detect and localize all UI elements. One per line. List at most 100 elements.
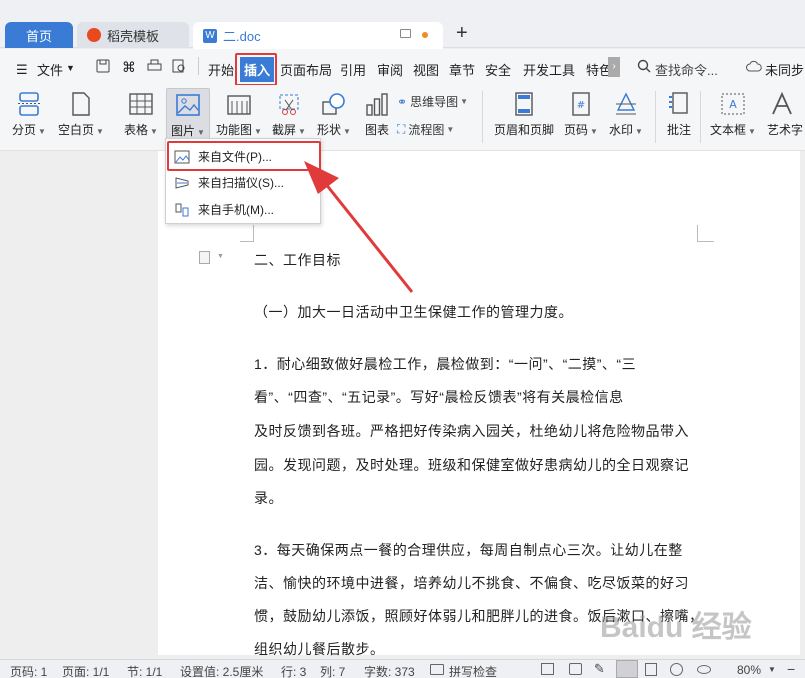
wordart-icon xyxy=(767,91,797,117)
shape-button[interactable]: 形状 ▼ xyxy=(317,91,351,138)
hamburger-icon[interactable]: ☰ xyxy=(16,62,28,78)
menu-item-from-phone[interactable]: 来自手机(M)... xyxy=(174,201,274,218)
flowchart-button[interactable]: ⛶ 流程图 ▼ xyxy=(397,121,454,138)
insert-highlight-box xyxy=(235,53,277,86)
menu-scroll-right-icon[interactable]: › xyxy=(608,57,620,77)
blank-page-label: 空白页 xyxy=(58,123,95,137)
from-file-highlight-box xyxy=(167,141,321,171)
page-break-button[interactable]: 分页 ▼ xyxy=(12,91,46,138)
doc-line: 及时反馈到各班。严格把好传染病入园关，杜绝幼儿将危险物品带入 xyxy=(254,423,689,439)
doc-line: 3．每天确保两点一餐的合理供应，每周自制点心三次。让幼儿在整 xyxy=(254,542,683,558)
unsaved-dot-icon xyxy=(422,32,428,38)
doc-heading: 二、工作目标 xyxy=(254,252,341,268)
tab-bar: 首页 稻壳模板 W 二.doc + xyxy=(0,0,805,49)
paragraph-handle-icon[interactable] xyxy=(199,251,210,264)
print-icon[interactable] xyxy=(147,59,162,76)
page-view-icon[interactable] xyxy=(616,660,638,678)
menu-item-start[interactable]: 开始 xyxy=(208,60,234,79)
tab-home-label: 首页 xyxy=(25,28,52,44)
menu-item-view[interactable]: 视图 xyxy=(413,60,439,79)
menu-item-developer[interactable]: 开发工具 xyxy=(523,60,575,79)
chart-button[interactable]: 图表 xyxy=(362,91,392,138)
status-pages[interactable]: 页面: 1/1 xyxy=(62,663,109,678)
from-scanner-label: 来自扫描仪(S)... xyxy=(198,176,284,190)
blank-page-icon xyxy=(66,91,96,117)
search-icon[interactable] xyxy=(637,59,651,76)
zoom-out-button[interactable]: − xyxy=(787,661,795,677)
header-footer-icon xyxy=(509,91,539,117)
comment-button[interactable]: 批注 xyxy=(664,91,694,138)
fullscreen-icon[interactable] xyxy=(541,663,554,675)
status-word-count[interactable]: 字数: 373 xyxy=(364,663,415,678)
wordart-button[interactable]: 艺术字 xyxy=(767,91,803,138)
comment-icon xyxy=(664,91,694,117)
function-chart-icon xyxy=(224,91,254,117)
zoom-level[interactable]: 80% xyxy=(737,663,761,677)
menu-item-references[interactable]: 引用 xyxy=(340,60,366,79)
chevron-down-icon[interactable]: ▼ xyxy=(66,63,75,73)
watermark-button[interactable]: 水印 ▼ xyxy=(609,91,643,138)
save-icon[interactable] xyxy=(96,59,110,76)
mindmap-button[interactable]: ⚭ 思维导图 ▼ xyxy=(397,93,468,110)
ribbon-divider-2 xyxy=(655,91,656,143)
doc-line: 园。发现问题，及时处理。班级和保健室做好患病幼儿的全日观察记 xyxy=(254,457,689,473)
word-doc-icon: W xyxy=(203,28,217,43)
format-painter-icon[interactable]: ⌘ xyxy=(122,59,136,76)
eye-protection-icon[interactable] xyxy=(697,665,711,674)
menu-item-page-layout[interactable]: 页面布局 xyxy=(280,60,332,79)
menu-item-special[interactable]: 特色 xyxy=(586,60,608,79)
chevron-down-icon[interactable]: ▼ xyxy=(217,253,224,260)
print-preview-icon[interactable] xyxy=(172,59,186,76)
focus-mode-icon[interactable] xyxy=(569,663,582,675)
tab-document[interactable]: W 二.doc xyxy=(193,22,443,49)
status-section[interactable]: 节: 1/1 xyxy=(127,663,162,678)
picture-label: 图片 xyxy=(171,124,196,138)
spellcheck-label[interactable]: 拼写检查 xyxy=(449,663,497,678)
phone-icon xyxy=(174,203,190,217)
textbox-button[interactable]: A 文本框 ▼ xyxy=(710,91,756,138)
menu-item-security[interactable]: 安全 xyxy=(485,60,511,79)
scissors-icon xyxy=(274,91,304,117)
scanner-icon xyxy=(174,176,190,190)
web-view-icon[interactable] xyxy=(670,663,683,676)
status-column[interactable]: 列: 7 xyxy=(320,663,345,678)
table-icon xyxy=(126,91,156,117)
function-chart-button[interactable]: 功能图 ▼ xyxy=(216,91,262,138)
svg-text:A: A xyxy=(729,98,737,111)
status-bar: 页码: 1 页面: 1/1 节: 1/1 设置值: 2.5厘米 行: 3 列: … xyxy=(0,659,805,678)
page-break-label: 分页 xyxy=(12,123,37,137)
menu-item-from-scanner[interactable]: 来自扫描仪(S)... xyxy=(174,174,284,191)
bar-chart-icon xyxy=(362,91,392,117)
status-page-number[interactable]: 页码: 1 xyxy=(10,663,47,678)
search-command-input[interactable]: 查找命令... xyxy=(655,60,718,79)
doc-line: 录。 xyxy=(254,490,283,506)
table-button[interactable]: 表格 ▼ xyxy=(124,91,158,138)
pen-icon[interactable]: ✎ xyxy=(594,661,605,677)
blank-page-button[interactable]: 空白页 ▼ xyxy=(58,91,104,138)
tab-home[interactable]: 首页 xyxy=(5,22,73,48)
outline-view-icon[interactable] xyxy=(645,663,657,676)
spellcheck-icon[interactable] xyxy=(430,664,444,675)
sync-status[interactable]: 未同步 xyxy=(765,60,804,79)
page-number-button[interactable]: # 页码 ▼ xyxy=(564,91,598,138)
monitor-icon[interactable] xyxy=(400,29,411,38)
status-setting[interactable]: 设置值: 2.5厘米 xyxy=(180,663,263,678)
menu-bar: ☰ 文件 ▼ ⌘ 开始 插入 页面布局 引用 审阅 视图 章节 安全 开发工具 … xyxy=(0,49,805,85)
zoom-dropdown-icon[interactable]: ▼ xyxy=(768,665,776,674)
status-row[interactable]: 行: 3 xyxy=(281,663,306,678)
tab-doke-templates[interactable]: 稻壳模板 xyxy=(77,22,189,48)
textbox-label: 文本框 xyxy=(710,123,747,137)
menu-item-review[interactable]: 审阅 xyxy=(377,60,403,79)
function-chart-label: 功能图 xyxy=(216,123,253,137)
menu-item-chapter[interactable]: 章节 xyxy=(449,60,475,79)
header-footer-button[interactable]: 页眉和页脚 xyxy=(494,91,554,138)
from-phone-label: 来自手机(M)... xyxy=(198,203,274,217)
menu-file[interactable]: 文件 xyxy=(37,60,63,79)
screenshot-button[interactable]: 截屏 ▼ xyxy=(272,91,306,138)
watermark-icon xyxy=(611,91,641,117)
new-tab-button[interactable]: + xyxy=(456,22,468,45)
ribbon-toolbar: 分页 ▼ 空白页 ▼ 表格 ▼ 图片 ▼ 功能图 ▼ 截屏 ▼ 形状 ▼ 图表 ⚭ 思维导图 ▼… xyxy=(0,85,805,151)
cloud-sync-icon[interactable] xyxy=(746,60,762,75)
wordart-label: 艺术字 xyxy=(767,123,804,137)
picture-button[interactable]: 图片 ▼ xyxy=(166,88,210,142)
